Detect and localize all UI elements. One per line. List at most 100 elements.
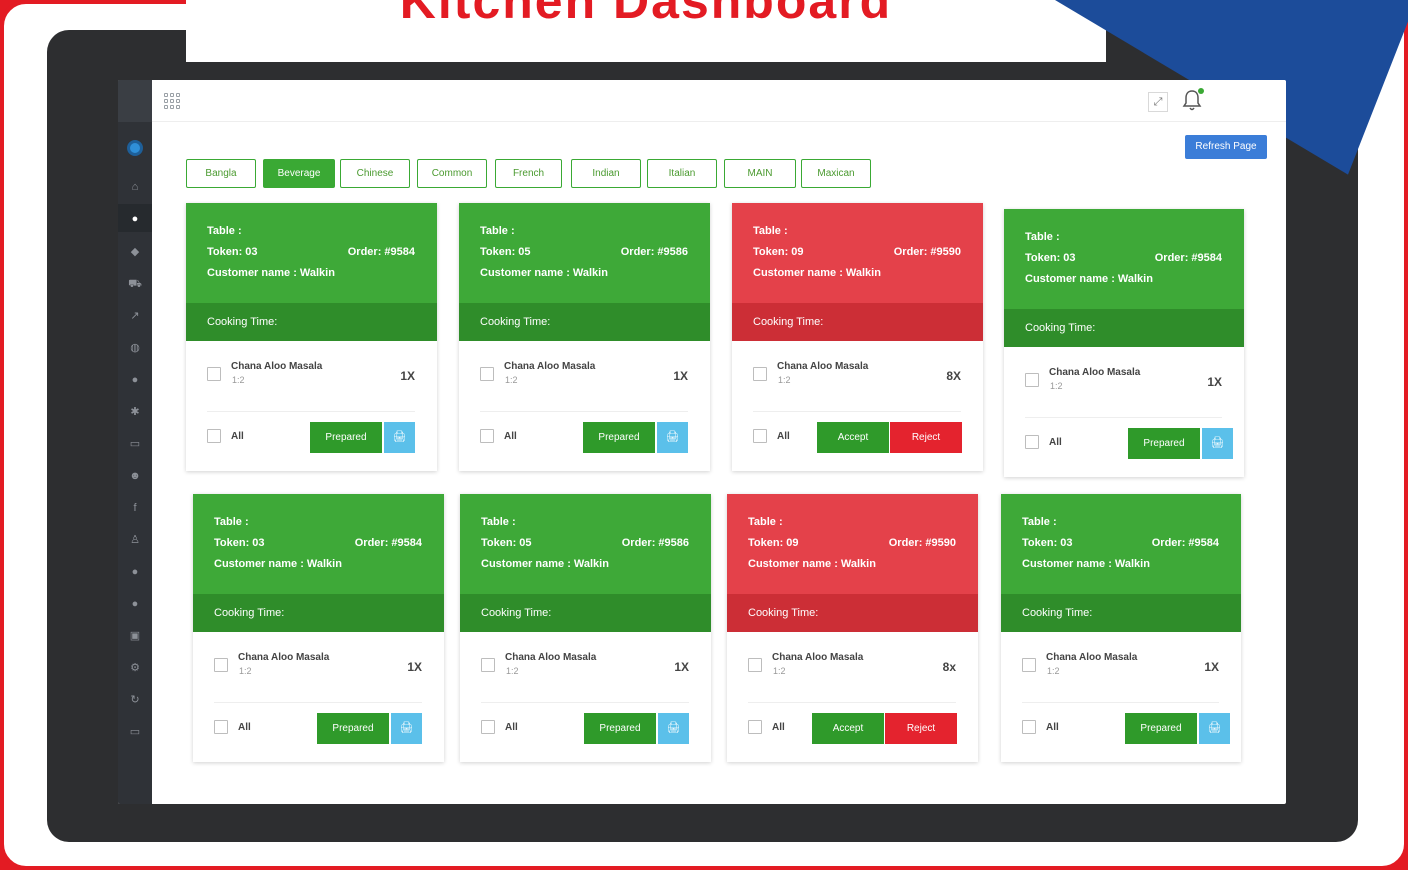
order-card: Table : Token: 09 Order: #9590 Customer nam…	[727, 494, 978, 762]
tab-french[interactable]: French	[495, 159, 562, 188]
chart-icon[interactable]: ↗	[128, 309, 142, 323]
item-quantity: 1X	[674, 660, 689, 674]
prepared-button[interactable]: Prepared	[584, 713, 656, 744]
customer-name: Customer name : Walkin	[1022, 558, 1150, 570]
select-all-checkbox[interactable]	[748, 720, 762, 734]
table-label: Table :	[1025, 231, 1060, 243]
dashboard-icon[interactable]: ●	[128, 212, 142, 226]
card-divider	[1025, 417, 1222, 418]
item-quantity: 8X	[946, 369, 961, 383]
circle-icon[interactable]: ●	[128, 565, 142, 579]
grid-icon[interactable]	[164, 93, 180, 109]
print-icon[interactable]: 🖨	[657, 422, 688, 453]
item-checkbox[interactable]	[207, 367, 221, 381]
prepared-button[interactable]: Prepared	[583, 422, 655, 453]
item-checkbox[interactable]	[480, 367, 494, 381]
tab-maxican[interactable]: Maxican	[801, 159, 871, 188]
tab-chinese[interactable]: Chinese	[340, 159, 410, 188]
tab-indian[interactable]: Indian	[571, 159, 641, 188]
table-label: Table :	[480, 225, 515, 237]
tab-italian[interactable]: Italian	[647, 159, 717, 188]
order-card: Table : Token: 09 Order: #9590 Customer nam…	[732, 203, 983, 471]
token-label: Token: 03	[1022, 537, 1073, 549]
card-divider	[480, 411, 688, 412]
settings-icon[interactable]: ✱	[128, 405, 142, 419]
customer-name: Customer name : Walkin	[480, 267, 608, 279]
item-quantity: 1X	[400, 369, 415, 383]
select-all-checkbox[interactable]	[1022, 720, 1036, 734]
order-number: Order: #9584	[354, 537, 422, 549]
page-headline: Kitchen Dashboard	[399, 0, 893, 29]
order-number: Order: #9590	[888, 537, 956, 549]
select-all-checkbox[interactable]	[753, 429, 767, 443]
user-icon[interactable]: ♙	[128, 533, 142, 547]
cooking-time: Cooking Time:	[186, 303, 437, 341]
item-quantity: 1X	[1207, 375, 1222, 389]
gear-icon[interactable]: ⚙	[128, 661, 142, 675]
refresh-icon[interactable]: ↻	[128, 693, 142, 707]
headline-banner: Kitchen Dashboard	[186, 0, 1106, 62]
item-portion: 1:2	[239, 666, 252, 676]
prepared-button[interactable]: Prepared	[310, 422, 382, 453]
print-icon[interactable]: 🖨	[384, 422, 415, 453]
item-checkbox[interactable]	[481, 658, 495, 672]
item-quantity: 1X	[1204, 660, 1219, 674]
order-number: Order: #9590	[893, 246, 961, 258]
item-portion: 1:2	[232, 375, 245, 385]
item-portion: 1:2	[1047, 666, 1060, 676]
item-checkbox[interactable]	[1025, 373, 1039, 387]
sidebar-top	[118, 80, 152, 122]
globe-icon[interactable]: ◍	[128, 341, 142, 355]
table-label: Table :	[748, 516, 783, 528]
select-all-checkbox[interactable]	[480, 429, 494, 443]
select-all-checkbox[interactable]	[214, 720, 228, 734]
item-checkbox[interactable]	[1022, 658, 1036, 672]
accept-button[interactable]: Accept	[812, 713, 884, 744]
accept-button[interactable]: Accept	[817, 422, 889, 453]
print-icon[interactable]: 🖨	[1202, 428, 1233, 459]
card-header: Table : Token: 05 Order: #9586 Customer nam…	[460, 494, 711, 594]
users-icon[interactable]: ☻	[128, 469, 142, 483]
tab-bangla[interactable]: Bangla	[186, 159, 256, 188]
reject-button[interactable]: Reject	[885, 713, 957, 744]
print-icon[interactable]: 🖨	[1199, 713, 1230, 744]
order-number: Order: #9584	[347, 246, 415, 258]
customer-name: Customer name : Walkin	[207, 267, 335, 279]
print-icon[interactable]: 🖨	[658, 713, 689, 744]
select-all-label: All	[1046, 722, 1059, 733]
lock-icon[interactable]: ▣	[128, 629, 142, 643]
prepared-button[interactable]: Prepared	[317, 713, 389, 744]
item-checkbox[interactable]	[748, 658, 762, 672]
circle-icon[interactable]: ●	[128, 373, 142, 387]
reject-button[interactable]: Reject	[890, 422, 962, 453]
logo-icon[interactable]	[127, 140, 143, 156]
item-name: Chana Aloo Masala	[1049, 367, 1141, 378]
tab-common[interactable]: Common	[417, 159, 487, 188]
circle-icon[interactable]: ●	[128, 597, 142, 611]
calendar-icon[interactable]: ▭	[128, 437, 142, 451]
tag-icon[interactable]: ◆	[128, 245, 142, 259]
cart-icon[interactable]: ⛟	[128, 277, 142, 291]
prepared-button[interactable]: Prepared	[1128, 428, 1200, 459]
monitor-icon[interactable]: ▭	[128, 725, 142, 739]
item-checkbox[interactable]	[214, 658, 228, 672]
prepared-button[interactable]: Prepared	[1125, 713, 1197, 744]
table-label: Table :	[481, 516, 516, 528]
refresh-page-button[interactable]: Refresh Page	[1185, 135, 1267, 159]
table-label: Table :	[214, 516, 249, 528]
select-all-label: All	[772, 722, 785, 733]
facebook-icon[interactable]: f	[128, 501, 142, 515]
card-divider	[748, 702, 956, 703]
print-icon[interactable]: 🖨	[391, 713, 422, 744]
tab-main[interactable]: MAIN	[724, 159, 796, 188]
sidebar: ⌂ ● ◆ ⛟ ↗ ◍ ● ✱ ▭ ☻ f ♙ ● ● ▣ ⚙ ↻ ▭	[118, 80, 152, 804]
select-all-checkbox[interactable]	[1025, 435, 1039, 449]
select-all-label: All	[504, 431, 517, 442]
token-label: Token: 05	[480, 246, 531, 258]
select-all-checkbox[interactable]	[481, 720, 495, 734]
home-icon[interactable]: ⌂	[128, 180, 142, 194]
select-all-checkbox[interactable]	[207, 429, 221, 443]
item-checkbox[interactable]	[753, 367, 767, 381]
tab-beverage[interactable]: Beverage	[263, 159, 335, 188]
expand-icon[interactable]: ⤢	[1148, 92, 1168, 112]
